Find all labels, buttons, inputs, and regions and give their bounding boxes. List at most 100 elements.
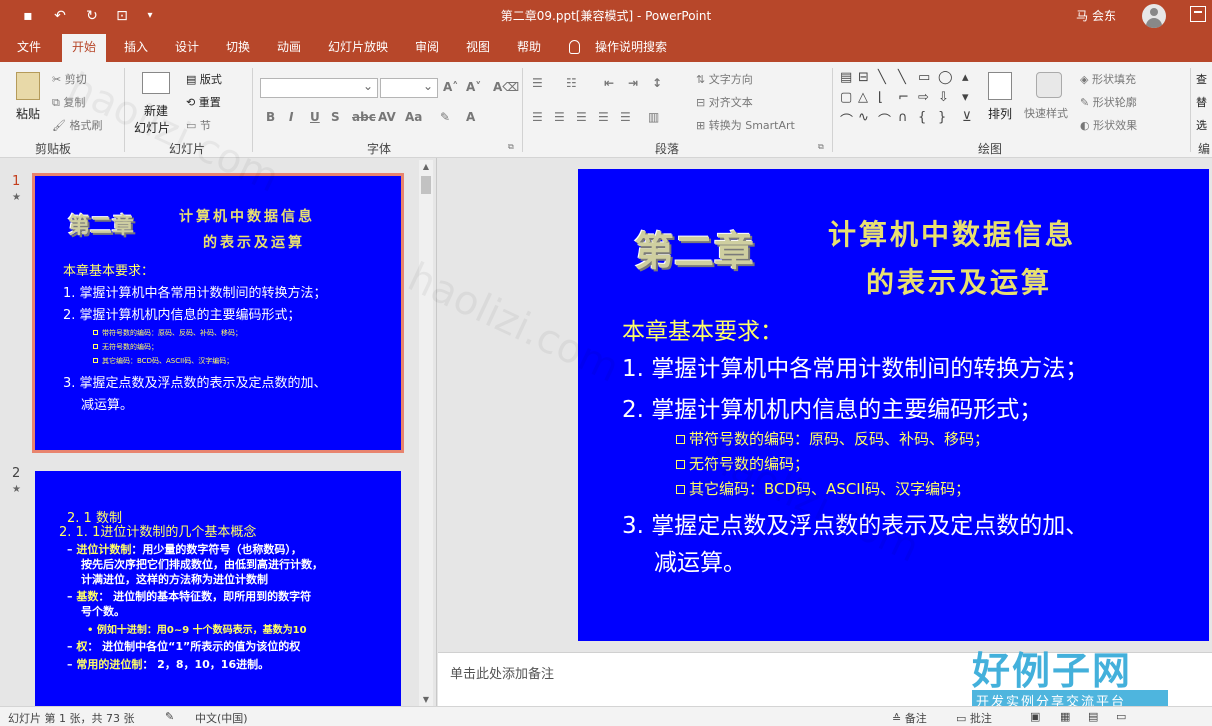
slide-title-line2[interactable]: 的表示及运算 [866,261,1052,301]
paste-button[interactable]: 粘贴 [16,105,40,122]
rectangle-shape-icon[interactable]: ▭ [918,70,930,85]
tab-animations[interactable]: 动画 [277,38,301,55]
requirement-item[interactable]: 3. 掌握定点数及浮点数的表示及定点数的加、 [622,506,1088,540]
line-shape-icon[interactable]: ╲ [878,70,886,85]
line-shape-icon[interactable]: ╲ [898,70,906,85]
gallery-scroll-up-icon[interactable]: ▴ [962,70,969,85]
avatar[interactable] [1142,4,1166,28]
language-status[interactable]: 中文(中国) [195,710,248,726]
format-painter-button[interactable]: 🖌 格式刷 [52,117,102,133]
gallery-scroll-down-icon[interactable]: ▾ [962,90,969,105]
scribble-shape-icon[interactable]: ∿ [858,110,869,125]
tab-file[interactable]: 文件 [17,38,41,55]
tab-insert[interactable]: 插入 [124,38,148,55]
gallery-more-icon[interactable]: ⊻ [962,110,972,125]
normal-view-icon[interactable]: ▣ [1030,710,1040,723]
scroll-up-icon[interactable]: ▲ [419,162,433,171]
tab-transitions[interactable]: 切换 [226,38,250,55]
scrollbar-thumb[interactable] [421,176,431,194]
requirements-heading[interactable]: 本章基本要求： [622,312,783,346]
current-slide-canvas[interactable]: 第二章 计算机中数据信息 的表示及运算 本章基本要求： 1. 掌握计算机中各常用… [578,169,1209,641]
text-direction-button[interactable]: ⇅ 文字方向 [696,71,753,87]
slide-title-line1[interactable]: 计算机中数据信息 [828,213,1076,253]
align-right-icon[interactable]: ☰ [576,110,587,124]
right-arrow-shape-icon[interactable]: ⇨ [918,90,929,105]
triangle-shape-icon[interactable]: △ [858,90,868,105]
align-center-icon[interactable]: ☰ [554,110,565,124]
sub-item[interactable]: 带符号数的编码：原码、反码、补码、移码； [676,428,989,449]
shape-fill-button[interactable]: ◈ 形状填充 [1080,71,1136,87]
shapes-gallery[interactable]: ▤ ⊟ ╲ ╲ ▭ ◯ ▢ △ ⌊ ⌐ ⇨ ⇩ ⌒ ∿ ⌒ ∩ { } ▴ ▾ … [838,70,978,132]
new-slide-icon[interactable] [142,72,170,94]
line-spacing-icon[interactable]: ↕ [652,76,662,90]
quick-styles-icon[interactable] [1036,72,1062,98]
font-color-icon[interactable]: A [466,110,475,124]
vertical-textbox-shape-icon[interactable]: ⊟ [858,70,869,85]
increase-indent-icon[interactable]: ⇥ [628,76,638,90]
freeform-shape-icon[interactable]: ⌒ [840,110,853,129]
arc-shape-icon[interactable]: ⌒ [878,110,891,129]
reset-button[interactable]: ⟲ 重置 [186,94,221,110]
slide-show-icon[interactable]: ▭ [1116,710,1126,723]
arrange-icon[interactable] [988,72,1012,100]
reading-view-icon[interactable]: ▤ [1088,710,1098,723]
highlight-icon[interactable]: ✎ [440,110,450,124]
layout-button[interactable]: ▤ 版式 [186,71,222,87]
requirement-item-continued[interactable]: 减运算。 [654,543,746,577]
oval-shape-icon[interactable]: ◯ [938,70,953,85]
connector-shape-icon[interactable]: ⌊ [878,90,883,105]
brace-shape-icon[interactable]: } [938,110,946,125]
distributed-icon[interactable]: ☰ [620,110,631,124]
tab-home[interactable]: 开始 [62,34,107,62]
convert-smartart-button[interactable]: ⊞ 转换为 SmartArt [696,117,795,133]
arrange-button[interactable]: 排列 [988,105,1012,122]
section-button[interactable]: ▭ 节 [186,117,211,133]
align-left-icon[interactable]: ☰ [532,110,543,124]
replace-button[interactable]: 替 [1196,94,1207,110]
textbox-shape-icon[interactable]: ▤ [840,70,852,85]
spelling-icon[interactable]: ✎ [165,710,174,723]
cut-button[interactable]: ✂ 剪切 [52,71,87,87]
new-slide-label-2[interactable]: 幻灯片 [134,119,170,136]
slide-sorter-icon[interactable]: ▦ [1060,710,1070,723]
shape-outline-button[interactable]: ✎ 形状轮廓 [1080,94,1137,110]
new-slide-label-1[interactable]: 新建 [144,102,168,119]
bullets-icon[interactable]: ☰ [532,76,543,90]
thumbnails-scrollbar[interactable]: ▲ ▼ [419,160,433,706]
slide-chapter-title[interactable]: 第二章 [634,219,754,277]
tell-me-search[interactable]: 操作说明搜索 [595,38,667,55]
tab-design[interactable]: 设计 [175,38,199,55]
tab-view[interactable]: 视图 [466,38,490,55]
notes-button[interactable]: ≙ 备注 [892,710,927,726]
ribbon-display-options-icon[interactable] [1190,6,1206,22]
clear-formatting-icon[interactable]: A⌫ [493,80,519,94]
shape-effects-button[interactable]: ◐ 形状效果 [1080,117,1137,133]
strikethrough-icon[interactable]: abc [352,110,376,124]
sub-item[interactable]: 其它编码：BCD码、ASCII码、汉字编码； [676,478,970,499]
columns-icon[interactable]: ▥ [648,110,659,124]
tab-slide-show[interactable]: 幻灯片放映 [328,38,388,55]
brace-shape-icon[interactable]: { [918,110,926,125]
find-button[interactable]: 查 [1196,71,1207,87]
font-name-combo[interactable] [260,78,378,98]
increase-font-size-icon[interactable]: A˄ [443,80,458,94]
copy-button[interactable]: ⧉ 复制 [52,94,85,110]
align-text-button[interactable]: ⊟ 对齐文本 [696,94,753,110]
underline-icon[interactable]: U [310,110,320,124]
bold-icon[interactable]: B [266,110,275,124]
curve-shape-icon[interactable]: ∩ [898,110,908,125]
requirement-item[interactable]: 2. 掌握计算机机内信息的主要编码形式； [622,390,1042,424]
tab-review[interactable]: 审阅 [415,38,439,55]
down-arrow-shape-icon[interactable]: ⇩ [938,90,949,105]
select-button[interactable]: 选 [1196,117,1207,133]
numbering-icon[interactable]: ☷ [566,76,577,90]
connector-shape-icon[interactable]: ⌐ [898,90,909,105]
rounded-rect-shape-icon[interactable]: ▢ [840,90,852,105]
requirement-item[interactable]: 1. 掌握计算机中各常用计数制间的转换方法； [622,349,1088,383]
scroll-down-icon[interactable]: ▼ [419,695,433,704]
shadow-icon[interactable]: S [331,110,340,124]
user-name[interactable]: 马 会东 [1076,7,1116,24]
font-dialog-launcher-icon[interactable]: ⧉ [508,142,514,152]
comments-button[interactable]: ▭ 批注 [956,710,992,726]
slide-thumbnail-1[interactable]: 第二章 计算机中数据信息 的表示及运算 本章基本要求： 1. 掌握计算机中各常用… [32,173,404,453]
